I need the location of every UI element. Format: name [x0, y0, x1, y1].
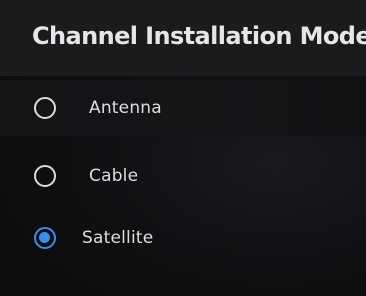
option-satellite[interactable]: Satellite — [0, 210, 366, 266]
option-label: Satellite — [82, 228, 154, 248]
radio-unchecked-icon[interactable] — [34, 165, 56, 187]
header: Channel Installation Mode — [0, 0, 366, 76]
radio-unchecked-icon[interactable] — [34, 97, 56, 119]
option-cable[interactable]: Cable — [0, 148, 366, 204]
radio-checked-icon[interactable] — [34, 227, 56, 249]
option-label: Cable — [89, 166, 139, 186]
option-antenna[interactable]: Antenna — [0, 80, 366, 136]
option-label: Antenna — [89, 98, 162, 118]
page-title: Channel Installation Mode — [32, 22, 366, 50]
tv-settings-screen: Channel Installation Mode Antenna Cable … — [0, 0, 366, 296]
